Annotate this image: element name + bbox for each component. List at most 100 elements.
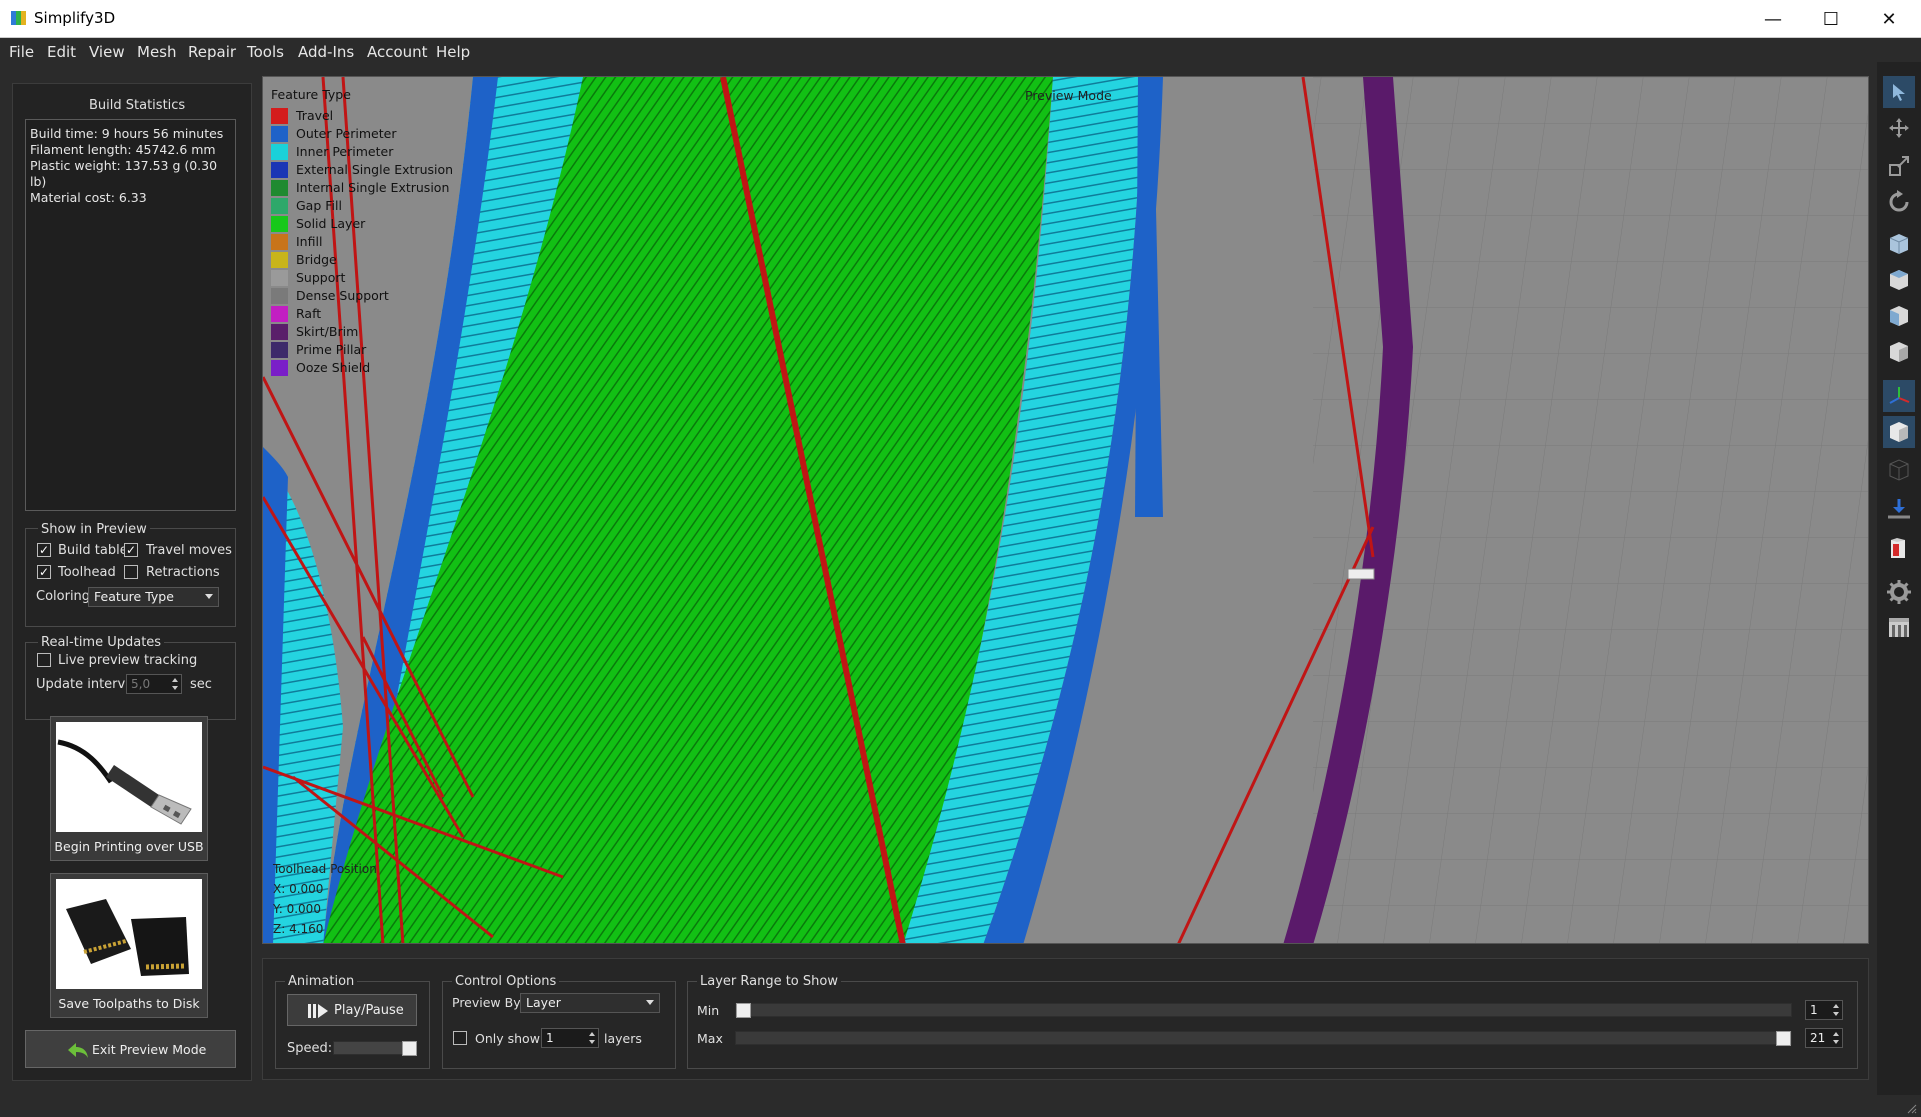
legend-item: External Single Extrusion: [271, 160, 453, 178]
live-preview-checkbox[interactable]: [37, 653, 51, 667]
spin-down-icon[interactable]: [172, 686, 178, 690]
exit-preview-label: Exit Preview Mode: [92, 1042, 207, 1057]
maximize-button[interactable]: ☐: [1802, 0, 1860, 38]
menu-help[interactable]: Help: [436, 43, 470, 61]
toolhead-checkbox[interactable]: ✓: [37, 565, 51, 579]
spin-up-icon[interactable]: [1833, 1004, 1839, 1008]
spin-down-icon[interactable]: [1833, 1012, 1839, 1016]
retractions-checkbox[interactable]: [124, 565, 138, 579]
play-pause-button[interactable]: Play/Pause: [287, 994, 417, 1026]
legend-swatch: [271, 288, 288, 304]
view-top-icon[interactable]: [1883, 264, 1915, 296]
spin-up-icon[interactable]: [1833, 1032, 1839, 1036]
play-pause-label: Play/Pause: [334, 1003, 404, 1018]
toolhead-label: Toolhead: [58, 565, 116, 580]
close-button[interactable]: ✕: [1860, 0, 1918, 38]
legend-label: Gap Fill: [296, 198, 342, 213]
rotate-tool-icon[interactable]: [1883, 186, 1915, 218]
legend-label: External Single Extrusion: [296, 162, 454, 177]
menu-account[interactable]: Account: [367, 43, 428, 61]
menu-add-ins[interactable]: Add-Ins: [298, 43, 354, 61]
menu-file[interactable]: File: [9, 43, 34, 61]
build-table-checkbox[interactable]: ✓: [37, 543, 51, 557]
only-show-checkbox[interactable]: [453, 1031, 467, 1045]
menu-mesh[interactable]: Mesh: [137, 43, 177, 61]
menu-view[interactable]: View: [89, 43, 125, 61]
save-toolpaths-button[interactable]: Save Toolpaths to Disk: [50, 873, 208, 1018]
back-arrow-icon: [68, 1043, 88, 1058]
move-tool-icon[interactable]: [1883, 112, 1915, 144]
stat-material-cost: Material cost: 6.33: [30, 190, 147, 205]
legend-item: Skirt/Brim: [271, 322, 358, 340]
legend-label: Prime Pillar: [296, 342, 367, 357]
max-layer-spinbox[interactable]: 21: [1805, 1028, 1843, 1048]
minimize-button[interactable]: —: [1744, 0, 1802, 38]
spin-down-icon[interactable]: [1833, 1040, 1839, 1044]
cross-section-icon[interactable]: [1883, 494, 1915, 526]
right-toolbar: [1877, 62, 1921, 1117]
spin-up-icon[interactable]: [172, 678, 178, 682]
speed-slider-handle[interactable]: [402, 1041, 417, 1056]
toolhead-y: Y: 0.000: [273, 902, 321, 916]
scale-tool-icon[interactable]: [1883, 150, 1915, 182]
legend-swatch: [271, 234, 288, 250]
speed-slider[interactable]: [333, 1041, 417, 1056]
stat-build-time: Build time: 9 hours 56 minutes: [30, 126, 224, 141]
spin-down-icon[interactable]: [589, 1040, 595, 1044]
settings-gear-icon[interactable]: [1883, 576, 1915, 608]
update-interval-spinbox[interactable]: 5,0: [126, 674, 182, 694]
legend-item: Gap Fill: [271, 196, 351, 214]
legend-swatch: [271, 252, 288, 268]
legend-label: Inner Perimeter: [296, 144, 394, 159]
resize-grip-icon[interactable]: [1905, 1102, 1917, 1114]
left-panel: Build Statistics Build time: 9 hours 56 …: [12, 83, 252, 1081]
wireframe-view-icon[interactable]: [1883, 454, 1915, 486]
coloring-value: Feature Type: [94, 589, 174, 604]
max-layer-slider[interactable]: [735, 1031, 1792, 1046]
control-options-title: Control Options: [452, 974, 560, 989]
max-layer-handle[interactable]: [1776, 1031, 1791, 1046]
legend-swatch: [271, 342, 288, 358]
process-icon[interactable]: [1883, 612, 1915, 644]
legend-label: Bridge: [296, 252, 337, 267]
support-icon[interactable]: [1883, 532, 1915, 564]
toolhead-z: Z: 4.160: [273, 922, 324, 936]
coloring-dropdown[interactable]: Feature Type: [88, 587, 219, 607]
menu-edit[interactable]: Edit: [47, 43, 76, 61]
exit-preview-mode-button[interactable]: Exit Preview Mode: [25, 1030, 236, 1068]
min-layer-slider[interactable]: [735, 1003, 1792, 1018]
usb-button-label: Begin Printing over USB: [54, 839, 204, 854]
legend-label: Skirt/Brim: [296, 324, 359, 339]
solid-view-icon[interactable]: [1883, 416, 1915, 448]
menu-tools[interactable]: Tools: [247, 43, 284, 61]
title-bar: Simplify3D — ☐ ✕: [0, 0, 1921, 38]
preview-by-value: Layer: [526, 995, 561, 1010]
preview-by-dropdown[interactable]: Layer: [520, 993, 660, 1013]
preview-viewport[interactable]: Feature Type Travel Outer Perimeter Inne…: [262, 76, 1869, 944]
legend-item: Prime Pillar: [271, 340, 366, 358]
view-front-icon[interactable]: [1883, 300, 1915, 332]
min-label: Min: [697, 1003, 720, 1018]
legend-item: Internal Single Extrusion: [271, 178, 449, 196]
select-tool-icon[interactable]: [1883, 76, 1915, 108]
min-layer-spinbox[interactable]: 1: [1805, 1000, 1843, 1020]
toolhead-position: Toolhead Position X: 0.000 Y: 0.000 Z: 4…: [273, 859, 377, 939]
axes-toggle-icon[interactable]: [1883, 380, 1915, 412]
usb-cable-image: [56, 722, 202, 832]
legend-label: Dense Support: [296, 288, 389, 303]
begin-printing-usb-button[interactable]: Begin Printing over USB: [50, 716, 208, 861]
view-side-icon[interactable]: [1883, 336, 1915, 368]
menu-repair[interactable]: Repair: [188, 43, 236, 61]
only-show-spinbox[interactable]: 1: [541, 1028, 599, 1048]
travel-moves-checkbox[interactable]: ✓: [124, 543, 138, 557]
update-interval-value: 5,0: [131, 677, 151, 691]
legend-label: Outer Perimeter: [296, 126, 397, 141]
spin-up-icon[interactable]: [589, 1032, 595, 1036]
min-layer-handle[interactable]: [736, 1003, 751, 1018]
chevron-down-icon: [205, 594, 213, 599]
legend-label: Solid Layer: [296, 216, 366, 231]
toolhead-x: X: 0.000: [273, 882, 324, 896]
max-layer-value: 21: [1810, 1031, 1826, 1045]
realtime-updates-title: Real-time Updates: [38, 635, 165, 650]
view-iso-icon[interactable]: [1883, 228, 1915, 260]
